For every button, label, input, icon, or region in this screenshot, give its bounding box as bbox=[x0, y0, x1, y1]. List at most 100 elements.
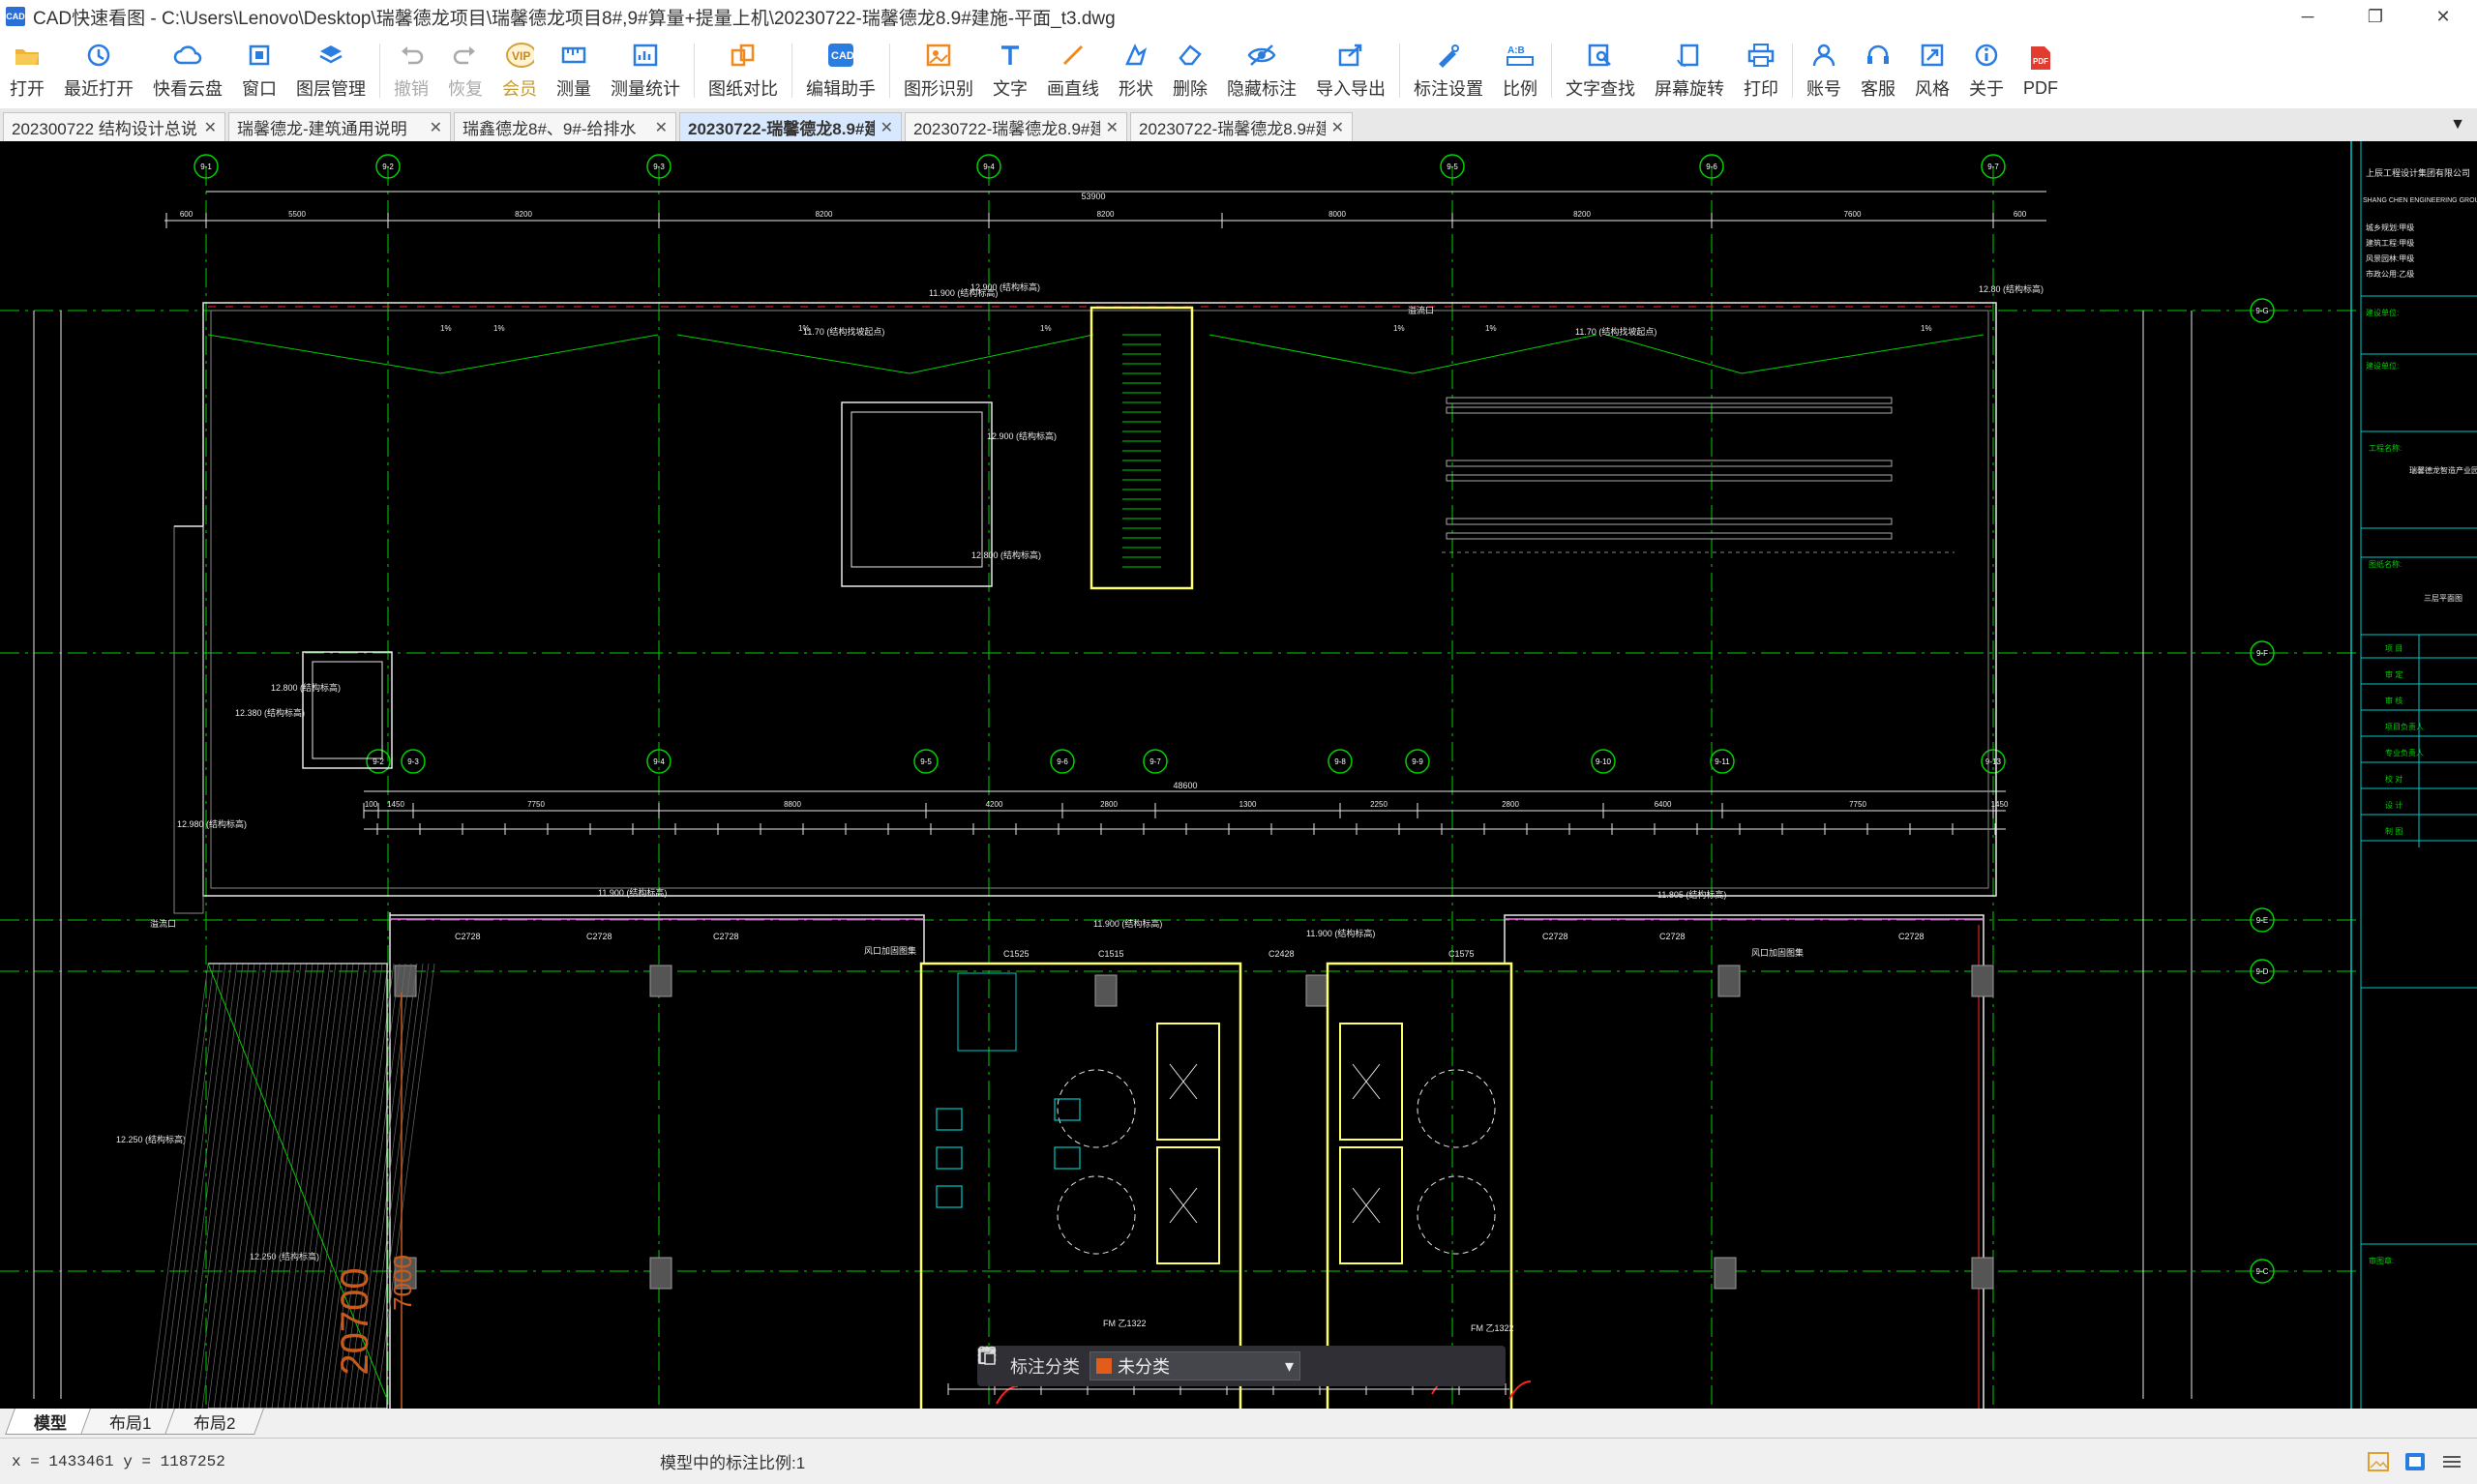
window-label: C2728 bbox=[1659, 932, 1686, 941]
shape-recognize-button[interactable]: 图形识别 bbox=[894, 35, 983, 106]
restore-button[interactable]: ❐ bbox=[2342, 0, 2409, 33]
title-drawing-label: 图纸名称: bbox=[2369, 559, 2402, 569]
dimension-value: 8200 bbox=[1097, 210, 1115, 219]
window-label: C2728 bbox=[1542, 932, 1568, 941]
style-button[interactable]: 风格 bbox=[1905, 35, 1959, 106]
measure-button[interactable]: 测量 bbox=[547, 35, 601, 106]
tab-arch-plan-3[interactable]: 20230722-瑞馨德龙8.9#建施 ✕ bbox=[1130, 112, 1353, 141]
close-icon[interactable]: ✕ bbox=[204, 118, 217, 137]
style-icon bbox=[1918, 41, 1947, 70]
redo-button[interactable]: 恢复 bbox=[438, 35, 492, 106]
close-icon[interactable]: ✕ bbox=[655, 118, 668, 137]
move-icon[interactable] bbox=[977, 1346, 1378, 1386]
print-button[interactable]: 打印 bbox=[1734, 35, 1788, 106]
close-icon[interactable]: ✕ bbox=[430, 118, 442, 137]
dimension-total-mid: 48600 bbox=[1173, 781, 1197, 790]
edit-assistant-button[interactable]: CAD 编辑助手 bbox=[796, 35, 885, 106]
toilet-fixture bbox=[936, 1185, 963, 1208]
text-button[interactable]: 文字 bbox=[983, 35, 1037, 106]
draw-line-button[interactable]: 画直线 bbox=[1037, 35, 1109, 106]
window-button[interactable]: 窗口 bbox=[232, 35, 286, 106]
paste-icon[interactable] bbox=[979, 1346, 1455, 1386]
tab-plumbing[interactable]: 瑞鑫德龙8#、9#-给排水 ✕ bbox=[454, 112, 676, 141]
elevation-label: 11.805 (结构标高) bbox=[1657, 889, 1726, 900]
compare-label: 图纸对比 bbox=[708, 79, 778, 99]
measure-stat-button[interactable]: 测量统计 bbox=[601, 35, 690, 106]
annotation-category-label: 标注分类 bbox=[1010, 1357, 1080, 1377]
layout-tab-2[interactable]: 布局2 bbox=[164, 1409, 265, 1435]
close-button[interactable]: ✕ bbox=[2409, 0, 2477, 33]
tab-active-plan[interactable]: 20230722-瑞馨德龙8.9#建施-平面_t3 ✕ bbox=[679, 112, 902, 141]
shape-button[interactable]: 形状 bbox=[1109, 35, 1163, 106]
grid-settings-icon[interactable] bbox=[2440, 1450, 2463, 1473]
import-export-button[interactable]: 导入导出 bbox=[1306, 35, 1395, 106]
title-project-label: 工程名称: bbox=[2369, 443, 2402, 453]
open-button[interactable]: 打开 bbox=[0, 35, 54, 106]
account-label: 账号 bbox=[1806, 79, 1841, 99]
svg-text:A:B: A:B bbox=[1507, 45, 1525, 56]
layer-manager-button[interactable]: 图层管理 bbox=[286, 35, 375, 106]
axis-bubble-right-label: 9-E bbox=[2256, 916, 2268, 925]
scale-button[interactable]: A:B 比例 bbox=[1493, 35, 1547, 106]
dimension-value: 8200 bbox=[1573, 210, 1591, 219]
slope-line bbox=[1412, 334, 1597, 374]
drawing-canvas[interactable]: 9-1 9-2 9-3 9-4 9-5 9-6 9-7 9-2 9-3 9-4 9-5 9-6 9-7 9… bbox=[0, 141, 2477, 1409]
elevation-label: 12.80 (结构标高) bbox=[1979, 283, 2044, 294]
account-button[interactable]: 账号 bbox=[1797, 35, 1851, 106]
large-dimension: 20700 bbox=[334, 1267, 376, 1375]
toilet-fixture bbox=[936, 1108, 963, 1131]
elevation-label: 11.70 (结构找坡起点) bbox=[803, 326, 884, 337]
elevation-label: 12.380 (结构标高) bbox=[235, 707, 305, 718]
image-icon[interactable] bbox=[2367, 1450, 2390, 1473]
tab-architecture-notes[interactable]: 瑞馨德龙-建筑通用说明 ✕ bbox=[228, 112, 451, 141]
text-search-button[interactable]: 文字查找 bbox=[1556, 35, 1645, 106]
hide-annotation-button[interactable]: 隐藏标注 bbox=[1217, 35, 1306, 106]
about-button[interactable]: 关于 bbox=[1959, 35, 2014, 106]
tab-menu-dropdown-icon[interactable]: ▼ bbox=[2450, 116, 2465, 134]
undo-icon bbox=[397, 41, 426, 70]
tab-arch-plan-2[interactable]: 20230722-瑞馨德龙8.9#建施 ✕ bbox=[905, 112, 1127, 141]
elevator-cross bbox=[1169, 1063, 1198, 1100]
layout-tab-label: 模型 bbox=[34, 1413, 68, 1433]
structural-column bbox=[1971, 1257, 1994, 1290]
shaft-circle bbox=[1057, 1069, 1136, 1148]
compare-button[interactable]: 图纸对比 bbox=[699, 35, 788, 106]
customer-service-button[interactable]: 客服 bbox=[1851, 35, 1905, 106]
pdf-button[interactable]: PDF PDF bbox=[2014, 35, 2068, 106]
minimize-button[interactable]: ─ bbox=[2274, 0, 2342, 33]
close-icon[interactable]: ✕ bbox=[1331, 118, 1344, 137]
rotate-screen-button[interactable]: 屏幕旋转 bbox=[1645, 35, 1734, 106]
axis-bubble-right-label: 9-F bbox=[2256, 649, 2268, 658]
axis-bubble-mid-label: 9-10 bbox=[1596, 757, 1612, 766]
dual-screen-icon[interactable] bbox=[2403, 1450, 2427, 1473]
tab-structure-notes[interactable]: 202300722 结构设计总说明 ✕ bbox=[3, 112, 225, 141]
elevation-label: 11.900 (结构标高) bbox=[1093, 918, 1162, 929]
measure-label: 测量 bbox=[556, 79, 591, 99]
annotation-settings-button[interactable]: 标注设置 bbox=[1404, 35, 1493, 106]
close-icon[interactable]: ✕ bbox=[1106, 118, 1119, 137]
annotation-category-select[interactable]: 未分类 ▾ bbox=[1089, 1351, 1300, 1380]
status-icons bbox=[2367, 1450, 2463, 1473]
edit-icon[interactable] bbox=[978, 1346, 1339, 1386]
door-label: FM 乙1322 bbox=[1103, 1319, 1147, 1328]
line-icon bbox=[1059, 41, 1088, 70]
skylight-strip bbox=[1446, 518, 1893, 525]
tab-label: 20230722-瑞馨德龙8.9#建施 bbox=[1139, 120, 1326, 138]
recent-open-button[interactable]: 最近打开 bbox=[54, 35, 143, 106]
import-export-icon bbox=[1336, 41, 1365, 70]
cloud-drive-button[interactable]: 快看云盘 bbox=[143, 35, 232, 106]
title-role: 审 核 bbox=[2385, 696, 2402, 705]
axis-bubble-mid-label: 9-13 bbox=[1985, 757, 2002, 766]
redo-icon bbox=[451, 41, 480, 70]
vip-button[interactable]: VIP 会员 bbox=[492, 35, 547, 106]
axis-bubble-mid-label: 9-7 bbox=[1149, 757, 1161, 766]
measure-stat-icon bbox=[631, 41, 660, 70]
undo-button[interactable]: 撤销 bbox=[384, 35, 438, 106]
elevator-shaft bbox=[1339, 1146, 1403, 1264]
window-label: 窗口 bbox=[242, 79, 277, 99]
axis-bubble-top-label: 9-1 bbox=[200, 163, 212, 171]
close-icon[interactable]: ✕ bbox=[880, 118, 893, 137]
delete-button[interactable]: 删除 bbox=[1163, 35, 1217, 106]
dimension-value: 600 bbox=[180, 210, 194, 219]
copy-icon[interactable] bbox=[978, 1346, 1417, 1386]
